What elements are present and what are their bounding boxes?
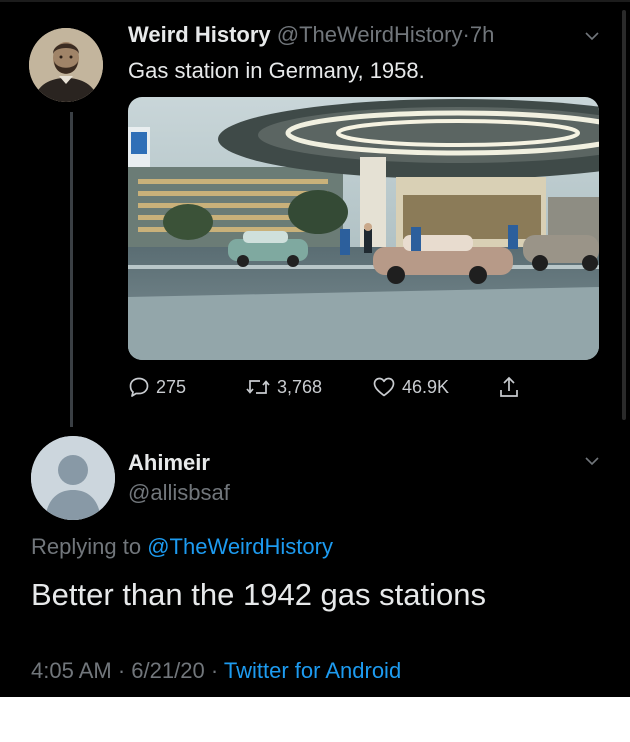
top-divider <box>0 0 630 2</box>
scrollbar[interactable] <box>622 10 626 420</box>
reply-metadata: 4:05 AM · 6/21/20 · Twitter for Android <box>31 658 401 684</box>
tweet-actions: 275 3,768 46.9K <box>128 374 548 400</box>
reply-time[interactable]: 4:05 AM <box>31 658 112 683</box>
retweet-arrows-icon <box>246 380 270 394</box>
replying-to-line: Replying to @TheWeirdHistory <box>31 534 333 560</box>
default-avatar[interactable] <box>31 436 115 520</box>
separator: · <box>117 658 126 683</box>
separator: · <box>210 658 219 683</box>
tweet-text: Gas station in Germany, 1958. <box>128 58 425 83</box>
tweet-photo[interactable] <box>128 97 599 360</box>
replying-to-label: Replying to <box>31 534 142 559</box>
retweet-count: 3,768 <box>277 376 323 397</box>
display-name[interactable]: Weird History <box>128 22 271 47</box>
timestamp[interactable]: 7h <box>470 22 494 47</box>
source-link[interactable]: Twitter for Android <box>224 658 401 683</box>
speech-bubble-icon <box>129 377 149 397</box>
share-upload-icon <box>500 376 518 397</box>
reply-date[interactable]: 6/21/20 <box>131 658 204 683</box>
reply-text: Better than the 1942 gas stations <box>31 577 486 612</box>
avatar[interactable] <box>29 28 103 102</box>
retweet-action[interactable]: 3,768 <box>245 374 322 400</box>
heart-icon <box>373 377 395 397</box>
reply-handle[interactable]: @allisbsaf <box>128 480 230 506</box>
separator: · <box>462 22 470 47</box>
tweet-thread-screen: Weird History @TheWeirdHistory·7h Gas st… <box>0 0 630 697</box>
like-action[interactable]: 46.9K <box>372 374 449 400</box>
tweet-header: Weird History @TheWeirdHistory·7h <box>128 22 494 48</box>
chevron-down-icon[interactable] <box>584 453 600 469</box>
replying-to-link[interactable]: @TheWeirdHistory <box>147 534 333 559</box>
reply-count: 275 <box>156 376 187 397</box>
like-count: 46.9K <box>402 376 450 397</box>
handle[interactable]: @TheWeirdHistory <box>277 22 463 47</box>
reply-action[interactable]: 275 <box>128 374 186 400</box>
thread-connector-line <box>70 112 73 427</box>
share-action[interactable] <box>498 374 520 400</box>
reply-display-name[interactable]: Ahimeir <box>128 450 210 476</box>
chevron-down-icon[interactable] <box>584 28 600 44</box>
